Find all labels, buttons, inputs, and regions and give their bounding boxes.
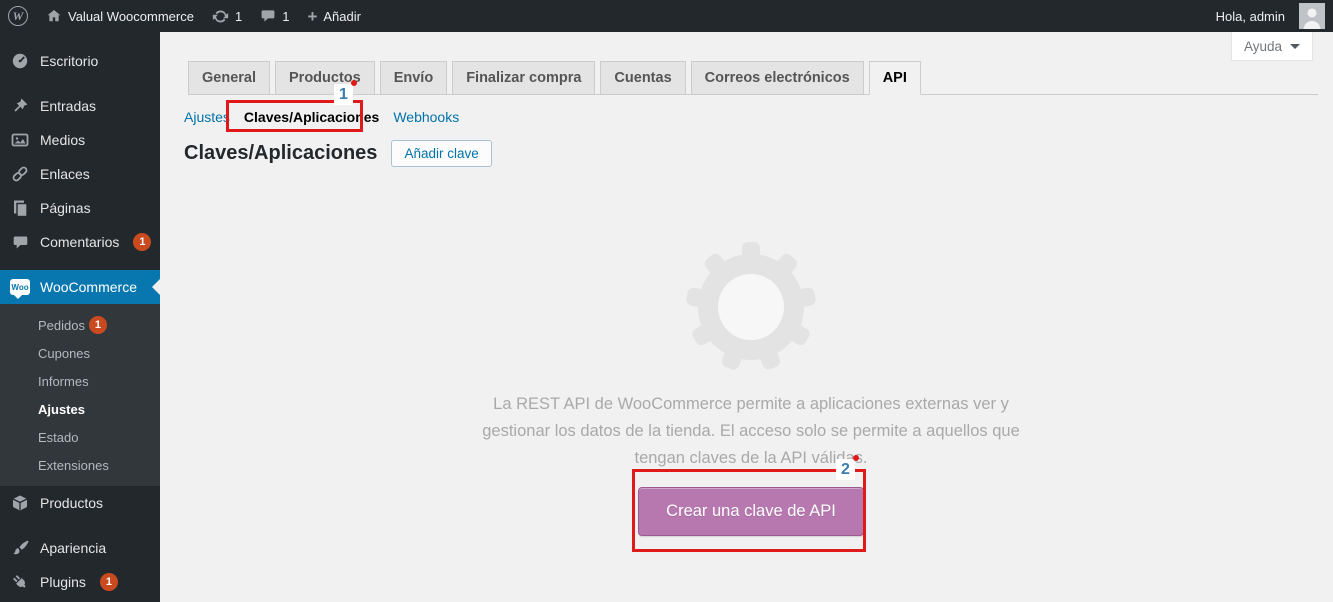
tab-productos[interactable]: Productos (275, 61, 375, 95)
main-content: Ayuda General Productos Envío Finalizar … (160, 32, 1333, 602)
create-api-key-button[interactable]: Crear una clave de API (638, 486, 864, 536)
sidebar-item-comentarios[interactable]: Comentarios 1 (0, 225, 160, 259)
woocommerce-icon: Woo (10, 279, 30, 299)
page-title-row: Claves/Aplicaciones Añadir clave (184, 140, 1318, 167)
api-intro-text: La REST API de WooCommerce permite a apl… (482, 395, 1020, 468)
admin-bar-left: W Valual Woocommerce 1 1 + Añadir (0, 0, 370, 32)
apariencia-icon (10, 539, 30, 557)
wordpress-logo-icon: W (8, 6, 28, 26)
help-button[interactable]: Ayuda (1230, 32, 1313, 61)
comment-count: 1 (282, 8, 290, 24)
subnav-ajustes-link[interactable]: Ajustes (184, 109, 230, 125)
paginas-icon (10, 199, 30, 217)
wp-logo-menu[interactable]: W (0, 0, 37, 32)
sidebar-item-plugins[interactable]: Plugins 1 (0, 565, 160, 599)
sidebar-item-entradas[interactable]: Entradas (0, 89, 160, 123)
add-key-button[interactable]: Añadir clave (391, 140, 492, 167)
orders-badge: 1 (88, 316, 107, 334)
sidebar-item-apariencia[interactable]: Apariencia (0, 531, 160, 565)
admin-menu: Escritorio Entradas Medios Enlaces Págin… (0, 32, 160, 304)
site-name-label: Valual Woocommerce (68, 8, 194, 24)
submenu-item-cupones[interactable]: Cupones (0, 339, 160, 367)
settings-tab-bar: General Productos Envío Finalizar compra… (188, 61, 1318, 95)
subnav-webhooks-link[interactable]: Webhooks (393, 109, 459, 125)
subnav-claves-aplicaciones-link[interactable]: Claves/Aplicaciones (244, 109, 379, 125)
gear-icon (686, 242, 816, 370)
sidebar-item-label: Páginas (40, 200, 91, 216)
avatar (1299, 3, 1325, 29)
sidebar-item-woocommerce[interactable]: Woo WooCommerce (0, 270, 160, 304)
sidebar-item-escritorio[interactable]: Escritorio (0, 44, 160, 78)
submenu-item-informes[interactable]: Informes (0, 367, 160, 395)
sidebar-item-label: Productos (40, 495, 104, 511)
sidebar-item-label: Medios (40, 132, 86, 148)
tab-api[interactable]: API (868, 61, 921, 95)
my-account-link[interactable]: Hola, admin (1207, 0, 1333, 32)
submenu-item-extensiones[interactable]: Extensiones (0, 451, 160, 479)
new-content-link[interactable]: + Añadir (298, 0, 370, 32)
tab-general[interactable]: General (188, 61, 270, 95)
menu-separator (0, 259, 160, 270)
sidebar-item-label: Entradas (40, 98, 97, 114)
sidebar-item-label: Apariencia (40, 540, 107, 556)
tab-cuentas[interactable]: Cuentas (600, 61, 686, 95)
comments-link[interactable]: 1 (251, 0, 298, 32)
greeting-label: Hola, admin (1215, 8, 1285, 24)
sidebar-item-medios[interactable]: Medios (0, 123, 160, 157)
enlaces-icon (10, 165, 30, 183)
api-subnav: Ajustes Claves/Aplicaciones Webhooks (184, 109, 1318, 125)
help-label: Ayuda (1243, 38, 1282, 54)
admin-sidebar: Escritorio Entradas Medios Enlaces Págin… (0, 32, 160, 602)
submenu-item-label: Pedidos (38, 317, 85, 333)
menu-separator (0, 78, 160, 89)
woocommerce-submenu: Pedidos 1 Cupones Informes Ajustes Estad… (0, 304, 160, 486)
admin-bar: W Valual Woocommerce 1 1 + Añadir Hola, (0, 0, 1333, 32)
submenu-item-label: Extensiones (38, 457, 109, 473)
settings-wrap: General Productos Envío Finalizar compra… (160, 32, 1333, 536)
update-count: 1 (234, 8, 243, 24)
entradas-icon (10, 97, 30, 115)
sidebar-item-label: Escritorio (40, 53, 99, 69)
admin-bar-right: Hola, admin (1207, 0, 1333, 32)
sidebar-item-productos[interactable]: Productos (0, 486, 160, 520)
sidebar-item-label: WooCommerce (40, 279, 137, 295)
submenu-item-label: Estado (38, 429, 79, 445)
plugins-badge: 1 (99, 573, 118, 591)
page-title: Claves/Aplicaciones (184, 142, 378, 164)
sidebar-item-enlaces[interactable]: Enlaces (0, 157, 160, 191)
productos-icon (10, 494, 30, 512)
submenu-item-label: Ajustes (38, 401, 85, 417)
sidebar-item-label: Comentarios (40, 234, 120, 250)
medios-icon (10, 131, 30, 149)
tab-finalizar-compra[interactable]: Finalizar compra (452, 61, 596, 95)
comments-badge: 1 (133, 233, 152, 251)
add-icon: + (307, 6, 318, 26)
submenu-item-pedidos[interactable]: Pedidos 1 (0, 311, 160, 339)
submenu-item-label: Informes (38, 373, 89, 389)
admin-menu-bottom: Productos Apariencia Plugins 1 (0, 486, 160, 599)
sidebar-item-paginas[interactable]: Páginas (0, 191, 160, 225)
site-name-link[interactable]: Valual Woocommerce (37, 0, 203, 32)
api-keys-empty-state: La REST API de WooCommerce permite a apl… (184, 241, 1318, 536)
submenu-item-label: Cupones (38, 345, 91, 361)
submenu-item-estado[interactable]: Estado (0, 423, 160, 451)
sidebar-item-label: Plugins (40, 574, 86, 590)
tab-correos-electronicos[interactable]: Correos electrónicos (690, 61, 864, 95)
comentarios-icon (10, 234, 30, 251)
plugins-icon (10, 573, 30, 591)
updates-link[interactable]: 1 (203, 0, 251, 32)
submenu-item-ajustes[interactable]: Ajustes (0, 395, 160, 423)
menu-separator (0, 520, 160, 531)
comments-icon (260, 8, 276, 24)
home-icon (46, 8, 62, 24)
add-label: Añadir (323, 8, 361, 24)
chevron-down-icon (1290, 43, 1300, 49)
tab-envio[interactable]: Envío (379, 61, 448, 95)
sidebar-item-label: Enlaces (40, 166, 90, 182)
update-icon (212, 8, 229, 25)
escritorio-icon (10, 52, 30, 70)
